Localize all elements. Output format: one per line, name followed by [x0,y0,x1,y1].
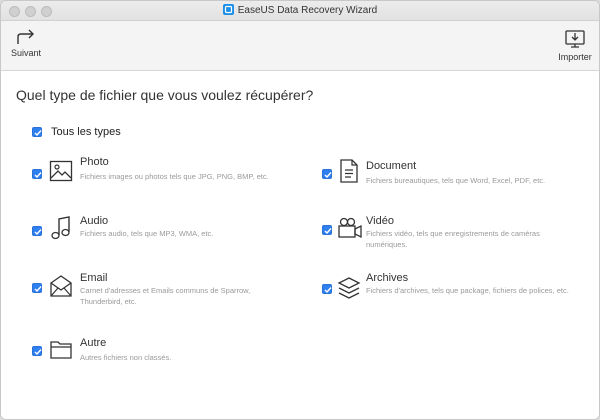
email-description: Carnet d'adresses et Emails communs de S… [80,286,251,306]
checkmark-icon [34,130,42,137]
forward-arrow-icon [17,29,34,44]
audio-checkbox[interactable] [32,226,42,236]
music-note-icon [51,216,70,240]
toolbar: Suivant Importer [1,21,599,71]
checkmark-icon [34,286,42,293]
document-description: Fichiers bureautiques, tels que Word, Ex… [366,176,546,185]
import-button-label: Importer [558,52,592,62]
video-title: Vidéo [366,215,394,227]
email-title: Email [80,272,108,284]
video-camera-icon [338,217,362,239]
other-checkbox[interactable] [32,346,42,356]
app-logo-icon [222,4,234,15]
checkmark-icon [324,287,332,294]
document-icon [340,159,358,183]
layers-icon [337,277,361,299]
checkmark-icon [34,349,42,356]
video-description: Fichiers vidéo, tels que enregistrements… [366,229,540,249]
import-button[interactable]: Importer [555,29,595,62]
archives-description: Fichiers d'archives, tels que package, f… [366,286,569,295]
checkmark-icon [324,228,332,235]
photo-description: Fichiers images ou photos tels que JPG, … [80,172,269,181]
folder-icon [50,341,72,359]
envelope-icon [50,275,72,297]
document-title: Document [366,160,417,172]
archives-title: Archives [366,272,409,284]
email-checkbox[interactable] [32,283,42,293]
all-types-checkbox[interactable] [32,127,42,137]
window-title: EaseUS Data Recovery Wizard [237,5,378,16]
app-window: EaseUS Data Recovery Wizard Suivant Impo… [0,0,600,420]
video-checkbox[interactable] [322,225,332,235]
main-content: Quel type de fichier que vous voulez réc… [1,72,599,419]
checkmark-icon [324,172,332,179]
next-button[interactable]: Suivant [9,29,43,58]
audio-title: Audio [80,215,109,227]
checkmark-icon [34,172,42,179]
photo-checkbox[interactable] [32,169,42,179]
page-title: Quel type de fichier que vous voulez réc… [16,87,314,103]
photo-icon [49,160,73,182]
all-types-label: Tous les types [51,126,121,138]
import-icon [565,30,585,48]
other-title: Autre [80,337,107,349]
audio-description: Fichiers audio, tels que MP3, WMA, etc. [80,229,214,238]
window-title-wrap: EaseUS Data Recovery Wizard [1,4,599,18]
checkmark-icon [34,229,42,236]
title-bar: EaseUS Data Recovery Wizard [1,1,599,21]
archives-checkbox[interactable] [322,284,332,294]
photo-title: Photo [80,156,109,168]
document-checkbox[interactable] [322,169,332,179]
next-button-label: Suivant [10,48,42,58]
other-description: Autres fichiers non classés. [80,353,172,362]
